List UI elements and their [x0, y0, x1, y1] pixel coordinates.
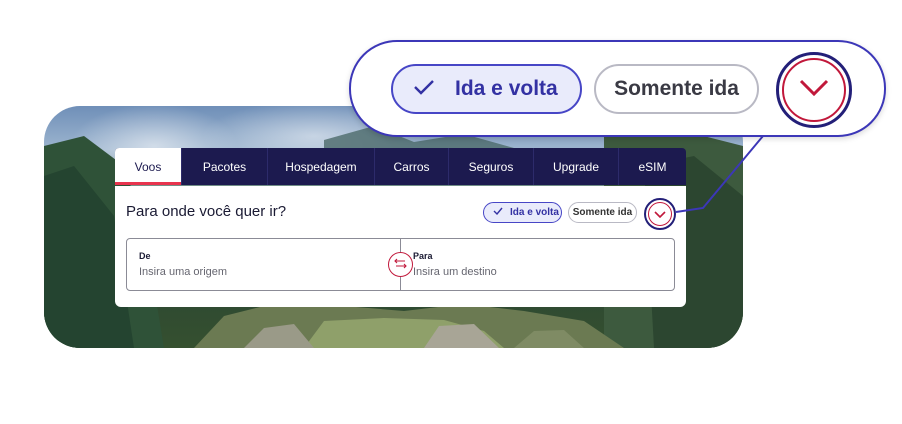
one-way-option[interactable]: Somente ida: [568, 202, 637, 223]
swap-locations-button[interactable]: [388, 252, 413, 277]
tab-label: Seguros: [468, 159, 514, 174]
one-way-label: Somente ida: [614, 77, 739, 100]
origin-label: De: [139, 251, 151, 261]
chevron-down-icon: [799, 79, 829, 101]
tab-upgrade[interactable]: Upgrade: [533, 148, 618, 185]
round-trip-label: Ida e volta: [455, 77, 558, 100]
check-icon: [493, 207, 503, 218]
one-way-option-zoomed[interactable]: Somente ida: [594, 64, 759, 114]
destination-field[interactable]: Para Insira um destino: [401, 239, 674, 290]
tab-label: Pacotes: [202, 159, 247, 174]
destination-placeholder: Insira um destino: [413, 266, 497, 278]
tab-pacotes[interactable]: Pacotes: [181, 148, 267, 185]
trip-type-dropdown-toggle[interactable]: [644, 198, 676, 230]
tab-carros[interactable]: Carros: [374, 148, 448, 185]
flight-search-panel: Para onde você quer ir? Ida e volta Some…: [115, 186, 686, 307]
tab-label: Voos: [134, 159, 162, 174]
tab-hospedagem[interactable]: Hospedagem: [267, 148, 374, 185]
tab-label: eSIM: [638, 159, 667, 174]
trip-type-dropdown-toggle-zoomed[interactable]: [776, 52, 852, 128]
round-trip-option[interactable]: Ida e volta: [483, 202, 562, 223]
product-tabs: Voos Pacotes Hospedagem Carros Seguros U…: [115, 148, 686, 185]
chevron-down-icon: [654, 205, 666, 223]
check-icon: [413, 77, 435, 101]
origin-destination-fields: De Insira uma origem Para Insira um dest…: [126, 238, 675, 291]
swap-arrows-icon: [394, 256, 407, 274]
tab-seguros[interactable]: Seguros: [448, 148, 533, 185]
tab-label: Carros: [393, 159, 430, 174]
one-way-label: Somente ida: [572, 207, 633, 218]
zoom-callout: Ida e volta Somente ida: [349, 40, 886, 137]
round-trip-option-zoomed[interactable]: Ida e volta: [391, 64, 582, 114]
origin-field[interactable]: De Insira uma origem: [127, 239, 401, 290]
tab-label: Upgrade: [552, 159, 600, 174]
tab-label: Hospedagem: [285, 159, 357, 174]
tab-esim[interactable]: eSIM: [618, 148, 686, 185]
round-trip-label: Ida e volta: [510, 207, 559, 218]
origin-placeholder: Insira uma origem: [139, 266, 228, 278]
tab-voos[interactable]: Voos: [115, 148, 181, 185]
destination-label: Para: [413, 251, 433, 261]
search-title: Para onde você quer ir?: [126, 203, 287, 220]
